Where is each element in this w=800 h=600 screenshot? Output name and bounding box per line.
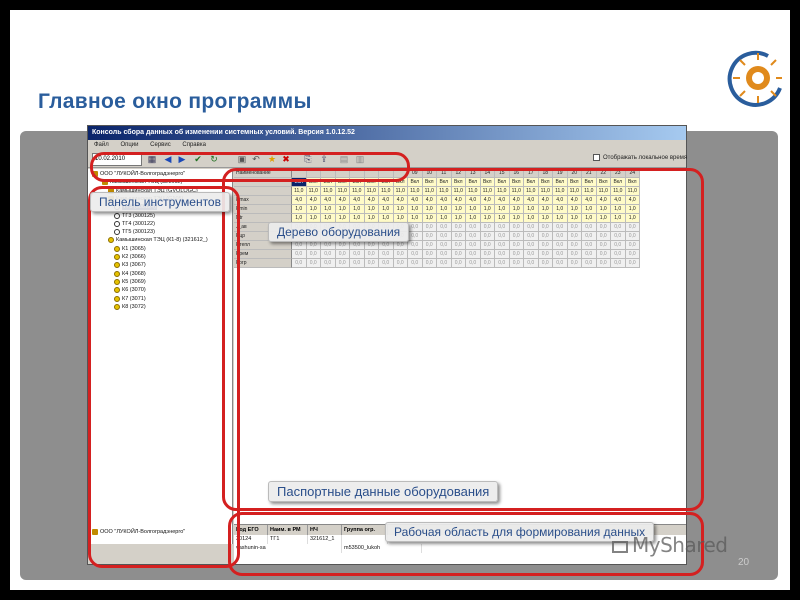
- callout-passport-data: Паспортные данные оборудования: [268, 481, 499, 502]
- passport-highlight: [222, 168, 704, 511]
- callout-equipment-tree: Дерево оборудования: [268, 222, 410, 242]
- menu-bar: Файл Опции Сервис Справка: [88, 140, 686, 151]
- local-time-label: Отображать локальное время: [603, 155, 688, 162]
- app-title-bar: Консоль сбора данных об изменении систем…: [88, 126, 686, 140]
- tree-highlight: [88, 186, 240, 568]
- menu-help[interactable]: Справка: [182, 142, 206, 148]
- menu-options[interactable]: Опции: [120, 142, 138, 148]
- company-logo: [727, 50, 782, 107]
- menu-service[interactable]: Сервис: [150, 142, 171, 148]
- watermark: MyShared: [632, 533, 728, 557]
- menu-file[interactable]: Файл: [94, 142, 109, 148]
- callout-toolbar: Панель инструментов: [90, 192, 230, 212]
- checkbox-box[interactable]: [593, 154, 600, 161]
- slide-title: Главное окно программы: [38, 90, 312, 113]
- local-time-checkbox[interactable]: Отображать локальное время: [593, 154, 687, 161]
- page-number: 20: [738, 557, 750, 568]
